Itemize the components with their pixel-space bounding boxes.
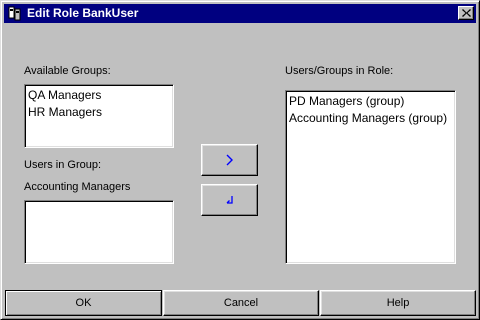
users-in-group-list[interactable]	[24, 200, 174, 264]
list-item[interactable]: Accounting Managers (group)	[287, 110, 455, 127]
selected-group-name: Accounting Managers	[24, 181, 131, 193]
arrow-down-left-icon	[226, 196, 233, 204]
add-to-role-button[interactable]	[201, 144, 258, 176]
remove-from-role-button[interactable]	[201, 184, 258, 216]
list-item[interactable]: PD Managers (group)	[287, 93, 455, 110]
ok-button[interactable]: OK	[5, 290, 162, 316]
app-icon	[7, 6, 22, 21]
available-groups-label: Available Groups:	[24, 65, 111, 77]
edit-role-dialog: Edit Role BankUser Available Groups: QA …	[0, 0, 480, 320]
users-in-group-label: Users in Group:	[24, 159, 102, 171]
title-bar[interactable]: Edit Role BankUser	[4, 4, 476, 23]
arrow-right-icon	[226, 154, 233, 166]
close-icon	[462, 9, 471, 17]
available-groups-list[interactable]: QA Managers HR Managers	[24, 84, 174, 148]
users-groups-in-role-list[interactable]: PD Managers (group) Accounting Managers …	[285, 90, 456, 264]
help-button[interactable]: Help	[320, 290, 476, 316]
users-groups-in-role-label: Users/Groups in Role:	[285, 65, 394, 77]
window-title: Edit Role BankUser	[27, 6, 139, 20]
close-button[interactable]	[458, 6, 474, 20]
cancel-button[interactable]: Cancel	[163, 290, 319, 316]
list-item[interactable]: QA Managers	[26, 87, 173, 104]
list-item[interactable]: HR Managers	[26, 104, 173, 121]
